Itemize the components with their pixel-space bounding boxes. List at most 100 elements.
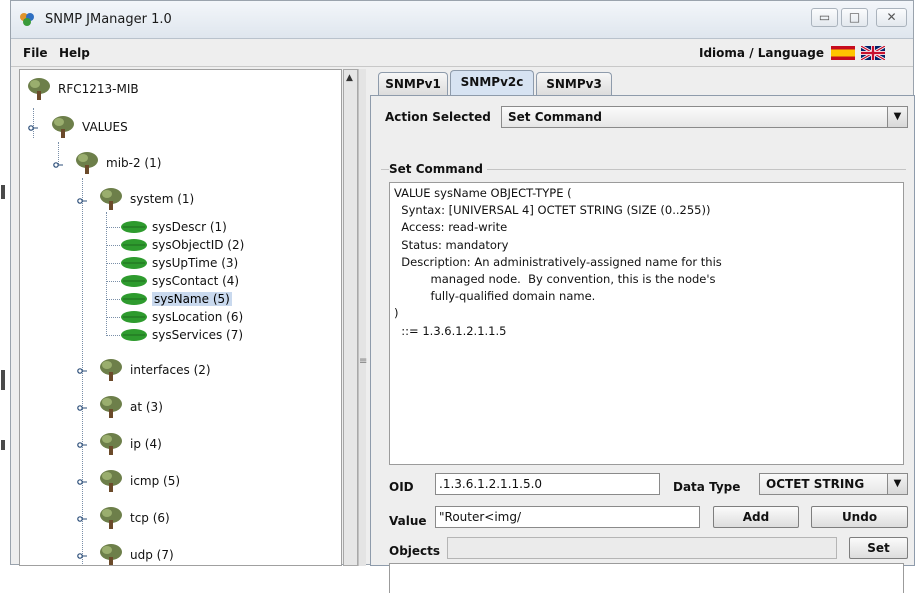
mib-tree[interactable]: RFC1213-MIB VALUES mib-2 (1) system (1) …: [19, 69, 342, 566]
expand-toggle-icon[interactable]: [77, 514, 87, 524]
window-title: SNMP JManager 1.0: [45, 12, 172, 27]
tab-snmpv2c[interactable]: SNMPv2c: [450, 70, 534, 96]
tree-guide: [106, 227, 120, 228]
data-type-selector[interactable]: OCTET STRING ▼: [759, 473, 908, 495]
spain-flag-icon[interactable]: [831, 46, 855, 60]
action-selected-label: Action Selected: [385, 110, 491, 124]
tree-guide: [106, 299, 120, 300]
screen-edge: [0, 0, 10, 565]
menu-bar: File Help Idioma / Language: [11, 40, 913, 67]
tree-node-label: VALUES: [82, 120, 128, 134]
tree-node-system[interactable]: system (1): [98, 186, 194, 212]
close-button[interactable]: ✕: [876, 8, 907, 27]
tree-leaf-label: sysDescr (1): [152, 220, 227, 234]
tree-icon: [100, 396, 122, 418]
tree-leaf-sysuptime[interactable]: sysUpTime (3): [120, 256, 238, 270]
tree-node-interfaces[interactable]: interfaces (2): [98, 357, 211, 383]
tree-leaf-label: sysLocation (6): [152, 310, 244, 324]
add-button[interactable]: Add: [713, 506, 799, 528]
tree-icon: [28, 78, 50, 100]
leaf-icon: [121, 221, 147, 233]
expand-toggle-icon[interactable]: [77, 403, 87, 413]
scroll-up-arrow-icon[interactable]: ▲: [346, 73, 353, 83]
objects-field[interactable]: [447, 537, 837, 559]
tree-node-label: RFC1213-MIB: [58, 82, 139, 96]
tree-leaf-label: sysServices (7): [152, 328, 244, 342]
leaf-icon: [121, 311, 147, 323]
set-button[interactable]: Set: [849, 537, 908, 559]
tree-scrollbar[interactable]: ▲: [343, 69, 358, 566]
tree-node-values[interactable]: VALUES: [50, 114, 128, 140]
expand-toggle-icon[interactable]: [77, 196, 87, 206]
tree-node-ip[interactable]: ip (4): [98, 431, 162, 457]
tree-guide: [106, 281, 120, 282]
tree-leaf-label: sysObjectID (2): [152, 238, 245, 252]
menu-file[interactable]: File: [23, 46, 48, 60]
expand-toggle-icon[interactable]: [77, 477, 87, 487]
tree-leaf-sysdescr[interactable]: sysDescr (1): [120, 220, 227, 234]
menu-help[interactable]: Help: [59, 46, 90, 60]
edge-mark: [1, 370, 5, 390]
expand-toggle-icon[interactable]: [77, 440, 87, 450]
snmp-tabs: SNMPv1 SNMPv2c SNMPv3 Action Selected Se…: [370, 69, 915, 593]
tab-snmpv3[interactable]: SNMPv3: [536, 72, 612, 95]
tree-leaf-sysservices[interactable]: sysServices (7): [120, 328, 243, 342]
tree-leaf-syslocation[interactable]: sysLocation (6): [120, 310, 243, 324]
tree-node-root[interactable]: RFC1213-MIB: [26, 76, 139, 102]
tree-leaf-syscontact[interactable]: sysContact (4): [120, 274, 239, 288]
chevron-down-icon[interactable]: ▼: [887, 474, 907, 494]
tree-leaf-label-selected: sysName (5): [152, 292, 232, 306]
set-command-group-title: Set Command: [389, 162, 487, 176]
tab-panel-snmpv2c: Action Selected Set Command ▼ Set Comman…: [370, 95, 915, 593]
leaf-icon: [121, 293, 147, 305]
expand-toggle-icon[interactable]: [53, 160, 63, 170]
action-selector-value: Set Command: [508, 110, 602, 124]
tree-node-tcp[interactable]: tcp (6): [98, 505, 170, 531]
data-type-label: Data Type: [673, 480, 741, 494]
tree-node-at[interactable]: at (3): [98, 394, 163, 420]
tree-icon: [100, 433, 122, 455]
tree-node-label: udp (7): [130, 548, 174, 562]
expand-toggle-icon[interactable]: [77, 551, 87, 561]
tree-icon: [100, 544, 122, 565]
oid-field[interactable]: .1.3.6.1.2.1.1.5.0: [435, 473, 660, 495]
tree-icon: [52, 116, 74, 138]
tree-node-icmp[interactable]: icmp (5): [98, 468, 180, 494]
uk-flag-icon[interactable]: [861, 46, 885, 60]
leaf-icon: [121, 275, 147, 287]
tree-guide: [106, 245, 120, 246]
data-type-value: OCTET STRING: [766, 477, 865, 491]
maximize-button[interactable]: □: [841, 8, 868, 27]
tree-leaf-sysobjectid[interactable]: sysObjectID (2): [120, 238, 244, 252]
value-label: Value: [389, 514, 427, 528]
title-bar: SNMP JManager 1.0 ▭ □ ✕: [11, 1, 913, 39]
tree-icon: [76, 152, 98, 174]
objects-label: Objects: [389, 544, 441, 558]
minimize-button[interactable]: ▭: [811, 8, 838, 27]
split-pane-divider[interactable]: ≡: [358, 69, 367, 566]
leaf-icon: [121, 329, 147, 341]
tree-leaf-label: sysUpTime (3): [152, 256, 239, 270]
expand-toggle-icon[interactable]: [77, 366, 87, 376]
app-window: SNMP JManager 1.0 ▭ □ ✕ File Help Idioma…: [10, 0, 915, 593]
result-area[interactable]: [389, 563, 904, 593]
tree-icon: [100, 507, 122, 529]
chevron-down-icon[interactable]: ▼: [887, 107, 907, 127]
undo-button[interactable]: Undo: [811, 506, 908, 528]
splitter-grip-icon[interactable]: ≡: [359, 356, 367, 367]
expand-toggle-icon[interactable]: [28, 123, 38, 133]
tree-guide: [106, 335, 120, 336]
value-field[interactable]: "Router<img/: [435, 506, 700, 528]
action-selector[interactable]: Set Command ▼: [501, 106, 908, 128]
tree-node-label: icmp (5): [130, 474, 181, 488]
tree-node-label: tcp (6): [130, 511, 170, 525]
tree-leaf-sysname[interactable]: sysName (5): [120, 292, 232, 306]
tree-icon: [100, 188, 122, 210]
tree-node-mib2[interactable]: mib-2 (1): [74, 150, 161, 176]
tree-node-udp[interactable]: udp (7): [98, 542, 174, 565]
tab-snmpv1[interactable]: SNMPv1: [378, 72, 448, 95]
tree-guide: [106, 263, 120, 264]
tree-guide: [106, 317, 120, 318]
mib-description-text[interactable]: VALUE sysName OBJECT-TYPE ( Syntax: [UNI…: [389, 182, 904, 465]
oid-label: OID: [389, 480, 414, 494]
